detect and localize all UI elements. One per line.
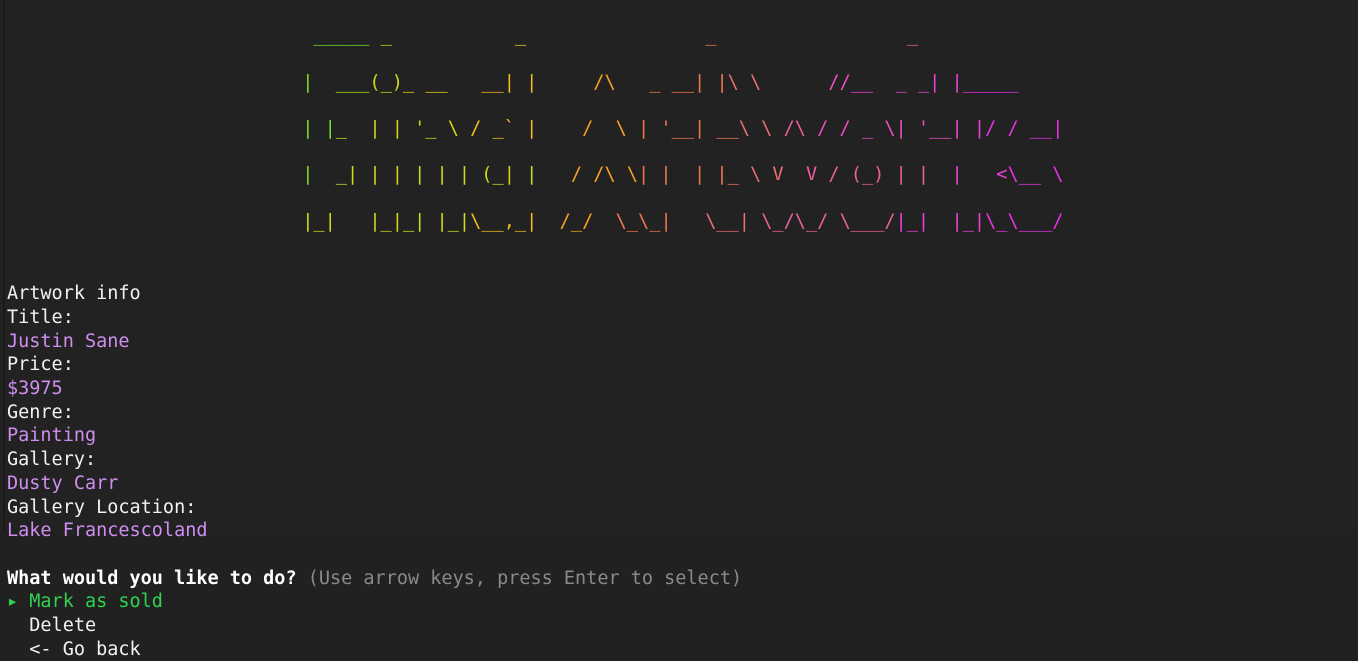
artwork-info-heading: Artwork info <box>7 283 141 305</box>
menu-item-mark-as-sold[interactable]: ▸ Mark as sold <box>7 590 1358 614</box>
field-value-title: Justin Sane <box>7 330 130 352</box>
menu-item-delete-indent <box>7 615 29 636</box>
banner-line-5: |_| |_|_| |_|\__,_| /_/ \_\_| \__| \_/\_… <box>291 210 1064 232</box>
terminal-window: _____ _ _ _ _ | ___(_)_ __ __| | /\ _ __… <box>0 0 1358 660</box>
ascii-art-banner-find-artworks: _____ _ _ _ _ | ___(_)_ __ __| | /\ _ __… <box>0 0 1358 279</box>
banner-line-3: | |_ | | '_ \ / _` | / \ | '__| __\ \ /\… <box>291 117 1064 139</box>
prompt-row: What would you like to do? (Use arrow ke… <box>7 567 1358 591</box>
artwork-info-section: Artwork info Title: Justin Sane Price: $… <box>0 279 1358 661</box>
menu-item-mark-as-sold-label <box>18 591 29 612</box>
prompt-question: What would you like to do? <box>7 567 297 589</box>
menu-item-go-back[interactable]: <- Go back <box>7 638 1358 661</box>
field-value-gallery-location: Lake Francescoland <box>7 520 208 542</box>
field-label-genre: Genre: <box>7 401 74 423</box>
menu-item-delete[interactable]: Delete <box>7 614 1358 638</box>
banner-line-4: | _| | | | | | (_| | / /\ \| | | |_ \ V … <box>291 164 1064 186</box>
menu-item-go-back-indent <box>7 639 29 660</box>
field-value-price: $3975 <box>7 378 63 400</box>
menu-item-mark-as-sold-text: Mark as sold <box>29 591 163 613</box>
banner-line-2: | ___(_)_ __ __| | /\ _ __| |\ \ //__ _ … <box>291 71 1030 93</box>
prompt-hint-text: (Use arrow keys, press Enter to select) <box>307 567 743 589</box>
field-label-price: Price: <box>7 354 74 376</box>
menu-item-delete-label: Delete <box>29 614 97 636</box>
selection-pointer-icon: ▸ <box>7 591 19 613</box>
field-value-genre: Painting <box>7 425 97 447</box>
field-label-title: Title: <box>7 307 74 329</box>
field-label-gallery: Gallery: <box>7 449 97 471</box>
field-value-gallery: Dusty Carr <box>7 472 119 494</box>
menu-item-go-back-label: <- Go back <box>29 638 141 660</box>
banner-line-1: _____ _ _ _ _ <box>291 25 986 47</box>
field-label-gallery-location: Gallery Location: <box>7 496 197 518</box>
prompt-hint <box>297 568 308 589</box>
